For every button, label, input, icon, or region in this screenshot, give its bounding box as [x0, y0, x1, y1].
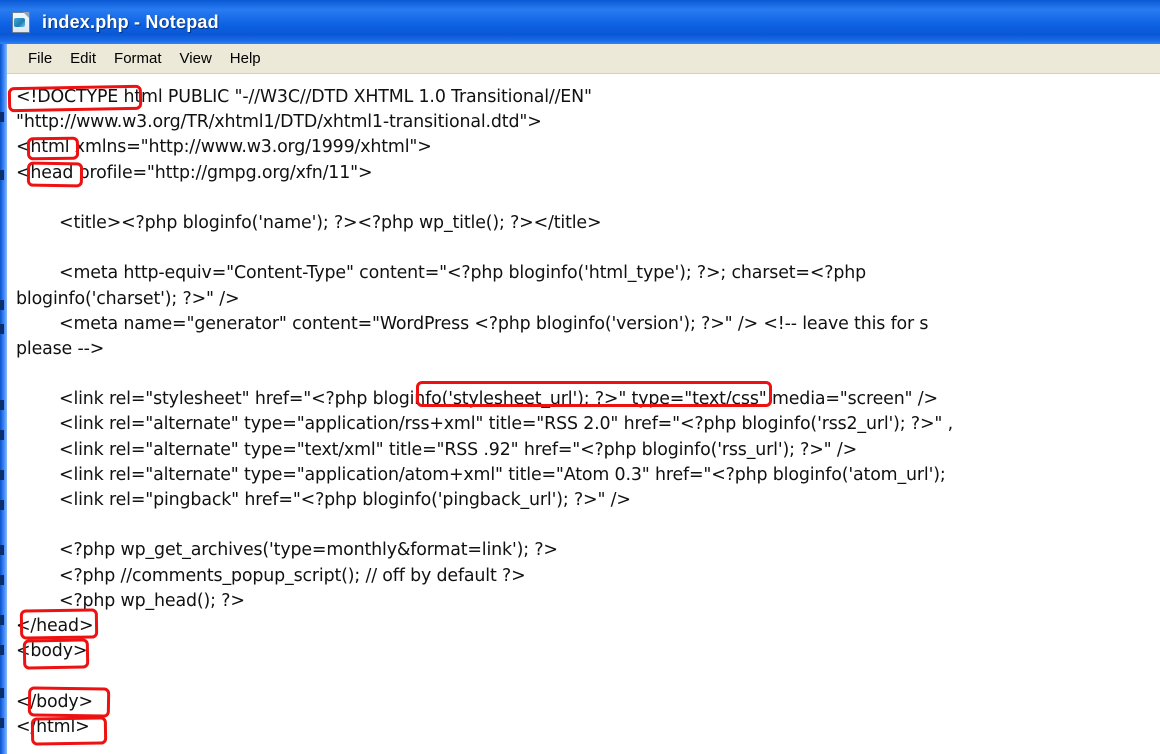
window-title: index.php - Notepad — [42, 11, 219, 32]
window-border-notch — [0, 324, 4, 334]
text-editor-area[interactable]: <!DOCTYPE html PUBLIC "-//W3C//DTD XHTML… — [7, 75, 1160, 754]
window-border-notch — [0, 430, 4, 440]
window-border-notch — [0, 500, 4, 510]
window-border-notch — [0, 112, 4, 122]
code-line: <html xmlns="http://www.w3.org/1999/xhtm… — [16, 137, 432, 158]
window-border-notch — [0, 545, 4, 555]
window-border-notch — [0, 400, 4, 410]
menu-item-view[interactable]: View — [171, 47, 221, 71]
code-line: <head profile="http://gmpg.org/xfn/11"> — [16, 162, 373, 183]
menu-bar: File Edit Format View Help — [7, 44, 1160, 74]
code-line: <link rel="alternate" type="application/… — [16, 464, 946, 485]
window-border-notch — [0, 470, 4, 480]
title-bar[interactable]: index.php - Notepad — [0, 0, 1160, 44]
menu-item-edit[interactable]: Edit — [61, 47, 105, 71]
window-border-notch — [0, 645, 4, 655]
code-line: <link rel="alternate" type="application/… — [16, 414, 953, 435]
code-line: <?php wp_head(); ?> — [16, 590, 245, 611]
source-code-text[interactable]: <!DOCTYPE html PUBLIC "-//W3C//DTD XHTML… — [16, 85, 1160, 740]
code-line: <title><?php bloginfo('name'); ?><?php w… — [16, 212, 602, 233]
code-line: <link rel="alternate" type="text/xml" ti… — [16, 439, 858, 460]
code-line: <link rel="pingback" href="<?php bloginf… — [16, 490, 631, 510]
notepad-document-icon — [10, 11, 32, 33]
code-line: <!DOCTYPE html PUBLIC "-//W3C//DTD XHTML… — [16, 87, 592, 107]
code-line: <?php wp_get_archives('type=monthly&form… — [16, 540, 558, 561]
code-line: <meta name="generator" content="WordPres… — [16, 313, 929, 334]
window-border-notch — [0, 718, 4, 728]
window-border-notch — [0, 300, 4, 310]
code-line: please --> — [16, 338, 105, 359]
code-line: </html> — [16, 716, 90, 737]
menu-item-file[interactable]: File — [19, 47, 61, 71]
window-border-notch — [0, 575, 4, 585]
code-line: "http://www.w3.org/TR/xhtml1/DTD/xhtml1-… — [16, 112, 542, 133]
code-line: <link rel="stylesheet" href="<?php blogi… — [16, 389, 938, 410]
code-line: </head> — [16, 615, 94, 636]
code-line: <body> — [16, 641, 88, 662]
code-line: </body> — [16, 691, 93, 712]
menu-item-format[interactable]: Format — [105, 47, 171, 71]
window-border-notch — [0, 615, 4, 625]
window-border-notch — [0, 688, 4, 698]
code-line: <meta http-equiv="Content-Type" content=… — [16, 263, 866, 284]
window-border-notch — [0, 170, 4, 180]
code-line: bloginfo('charset'); ?>" /> — [16, 288, 240, 309]
notepad-window: index.php - Notepad File Edit Format Vie… — [0, 0, 1160, 754]
code-line: <?php //comments_popup_script(); // off … — [16, 565, 526, 586]
menu-item-help[interactable]: Help — [221, 47, 270, 71]
